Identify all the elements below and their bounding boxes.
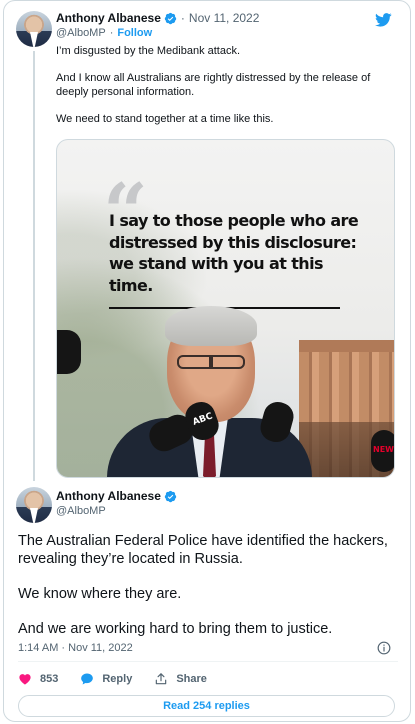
share-icon	[156, 673, 167, 685]
verified-badge-icon	[164, 490, 177, 502]
reply-bubble-icon	[81, 673, 94, 685]
share-label: Share	[176, 673, 207, 685]
speaker-hair	[165, 306, 257, 346]
tweet-media-image[interactable]: “ I say to those people who are distress…	[56, 139, 395, 478]
author-name[interactable]: Anthony Albanese	[56, 11, 161, 25]
verified-badge-icon	[164, 12, 177, 24]
tweet-actions: 853 Reply Share	[18, 671, 229, 687]
tweet-paragraph: And we are working hard to bring them to…	[18, 620, 333, 637]
mic-label: NEWS	[373, 445, 394, 454]
like-button[interactable]: 853	[18, 672, 58, 686]
thread-connector-line	[33, 51, 35, 481]
mic-label: ABC	[191, 411, 215, 428]
reply-label: Reply	[102, 673, 133, 685]
author-handle[interactable]: @AlboMP	[56, 27, 106, 39]
twitter-bird-icon[interactable]	[375, 13, 392, 27]
microphone-news: NEWS	[371, 430, 394, 472]
parent-author-row: Anthony Albanese · Nov 11, 2022	[56, 10, 259, 26]
author-name[interactable]: Anthony Albanese	[56, 489, 161, 503]
parent-handle-row: @AlboMP · Follow	[56, 27, 152, 39]
author-handle[interactable]: @AlboMP	[56, 505, 106, 517]
tweet-embed-card: Anthony Albanese · Nov 11, 2022 @AlboMP …	[3, 0, 411, 722]
microphone	[57, 330, 81, 374]
tweet-paragraph: I’m disgusted by the Medibank attack.	[56, 45, 241, 57]
tweet-paragraph: We know where they are.	[18, 585, 182, 602]
likes-count: 853	[40, 673, 59, 685]
main-author-row: Anthony Albanese	[56, 488, 177, 504]
info-icon[interactable]	[377, 641, 391, 655]
tweet-timestamp[interactable]: 1:14 AM · Nov 11, 2022	[18, 642, 133, 654]
reply-button[interactable]: Reply	[80, 672, 132, 686]
read-replies-button[interactable]: Read 254 replies	[18, 695, 395, 717]
tweet-date[interactable]: Nov 11, 2022	[189, 11, 260, 25]
media-quote-text: I say to those people who are distressed…	[109, 211, 359, 295]
tweet-paragraph: We need to stand together at a time like…	[56, 112, 274, 125]
separator-dot: ·	[109, 27, 114, 39]
tweet-paragraph: And I know all Australians are rightly d…	[56, 72, 371, 98]
avatar[interactable]	[16, 11, 52, 47]
avatar[interactable]	[16, 487, 52, 523]
tweet-paragraph: The Australian Federal Police have ident…	[18, 533, 388, 567]
main-handle-row: @AlboMP	[56, 505, 106, 517]
divider	[18, 661, 398, 662]
parent-tweet-text: I’m disgusted by the Medibank attack. An…	[56, 45, 401, 140]
separator-dot: ·	[180, 11, 185, 25]
share-button[interactable]: Share	[154, 672, 207, 686]
follow-link[interactable]: Follow	[117, 27, 152, 39]
speaker-glasses	[177, 355, 245, 369]
heart-icon	[19, 674, 31, 685]
main-tweet-text: The Australian Federal Police have ident…	[18, 533, 398, 656]
